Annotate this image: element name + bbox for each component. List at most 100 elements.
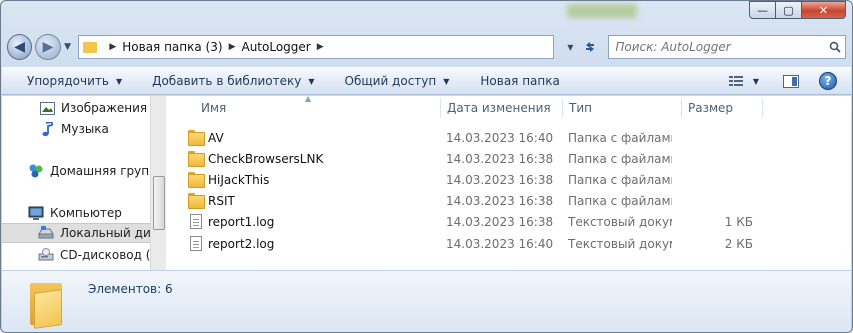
text-document-icon [190,236,202,251]
folder-icon [188,193,205,209]
file-size: 1 КБ [724,214,753,229]
file-row-checkbrowserslnk[interactable]: CheckBrowsersLNK 14.03.2023 16:38 Папка … [167,148,747,169]
chevron-down-icon: ▼ [308,76,315,86]
column-divider[interactable] [762,98,763,118]
file-name: report1.log [208,214,275,229]
folder-icon [188,130,205,146]
new-folder-button[interactable]: Новая папка [462,74,572,88]
sidebar-item-label: Музыка [61,122,109,136]
file-date: 14.03.2023 16:38 [446,193,554,208]
file-date: 14.03.2023 16:40 [446,130,554,145]
homegroup-icon [28,163,44,179]
minimize-button[interactable]: — [749,1,776,19]
music-icon [39,121,55,137]
sidebar-item-computer[interactable]: Компьютер [2,203,150,223]
folder-icon [188,172,205,188]
close-button[interactable]: ✕ [802,1,846,19]
file-size: 2 КБ [724,236,753,251]
add-to-library-button[interactable]: Добавить в библиотеку ▼ [135,74,327,88]
file-name: CheckBrowsersLNK [208,151,324,166]
share-menu-button[interactable]: Общий доступ ▼ [328,74,463,88]
breadcrumb-separator[interactable]: ▶ [109,42,116,52]
breadcrumb-separator[interactable]: ▶ [229,42,236,52]
file-type: Папка с файлами [568,130,672,145]
sidebar-item-local-disk[interactable]: Локальный диск [2,223,165,243]
chevron-down-icon: ▼ [115,76,123,86]
share-label: Общий доступ [344,74,437,88]
file-row-rsit[interactable]: RSIT 14.03.2023 16:38 Папка с файлами [167,190,747,211]
help-icon[interactable]: ? [819,72,837,90]
sidebar-item-label: CD-дисковод (D: [60,248,164,262]
hard-drive-icon [38,225,54,241]
search-input[interactable] [615,40,816,54]
file-list: ▲ Имя Дата изменения Тип Размер AV 14.03… [167,94,851,270]
address-history-dropdown-icon[interactable]: ▾ [560,36,580,58]
column-header-date[interactable]: Дата изменения [441,96,562,120]
computer-icon [28,205,44,221]
file-type: Папка с файлами [568,193,672,208]
details-pane: Элементов: 6 [2,270,851,332]
sidebar-item-pictures[interactable]: Изображения [2,98,150,118]
file-type: Текстовый докум... [568,214,672,229]
column-header-name[interactable]: Имя [195,96,440,120]
file-row-av[interactable]: AV 14.03.2023 16:40 Папка с файлами [167,127,747,148]
file-row-hijackthis[interactable]: HiJackThis 14.03.2023 16:38 Папка с файл… [167,169,747,190]
breadcrumb-autologger[interactable]: AutoLogger [241,40,310,54]
pictures-icon [39,100,55,116]
sidebar-item-label: Домашняя группа [50,164,165,178]
content-area: Изображения Музыка Домашняя группа Компь… [2,94,851,270]
preview-pane-icon[interactable] [783,74,799,88]
navigation-pane-scrollbar[interactable] [150,96,166,270]
file-row-report1[interactable]: report1.log 14.03.2023 16:38 Текстовый д… [167,211,753,232]
search-icon[interactable] [825,41,845,53]
file-date: 14.03.2023 16:40 [446,236,554,251]
refresh-icon[interactable] [580,36,600,58]
file-date: 14.03.2023 16:38 [446,151,554,166]
column-header-size[interactable]: Размер [682,96,762,120]
address-bar[interactable]: ▶ Новая папка (3) ▶ AutoLogger ▶ [78,35,555,59]
file-type: Папка с файлами [568,172,672,187]
file-name: RSIT [208,193,235,208]
address-tools: ▾ [560,35,600,59]
recent-pages-dropdown[interactable]: ▼ [61,42,75,52]
navigation-bar: ◀ ▶ ▼ ▶ Новая папка (3) ▶ AutoLogger ▶ ▾ [7,29,847,65]
text-document-icon [190,214,202,229]
file-name: AV [208,130,224,145]
back-button[interactable]: ◀ [7,34,33,60]
sidebar-item-music[interactable]: Музыка [2,119,150,139]
sidebar-item-cd-drive[interactable]: CD-дисковод (D: [2,245,164,265]
organize-menu-button[interactable]: Упорядочить ▼ [2,74,135,88]
breadcrumb-new-folder-3[interactable]: Новая папка (3) [122,40,222,54]
explorer-window: — ▢ ✕ ◀ ▶ ▼ ▶ Новая папка (3) ▶ AutoLogg… [0,0,853,333]
forward-button[interactable]: ▶ [35,34,61,60]
column-header-type[interactable]: Тип [563,96,681,120]
new-folder-label: Новая папка [480,74,560,88]
folder-icon [83,41,98,53]
toolbar-right-group: ▼ ? [728,72,837,90]
item-count: Элементов: 6 [88,282,173,296]
command-bar: Упорядочить ▼ Добавить в библиотеку ▼ Об… [2,67,851,95]
file-row-report2[interactable]: report2.log 14.03.2023 16:40 Текстовый д… [167,233,753,254]
navigation-pane: Изображения Музыка Домашняя группа Компь… [2,96,166,270]
breadcrumb-separator[interactable]: ▶ [317,42,324,52]
scrollbar-thumb[interactable] [153,176,165,230]
background-taskbar-tab [567,4,637,18]
sidebar-item-label: Изображения [61,101,148,115]
chevron-down-icon: ▼ [443,76,450,86]
file-type: Папка с файлами [568,151,672,166]
sidebar-item-label: Локальный диск [60,226,165,240]
search-box[interactable] [608,35,847,59]
file-name: report2.log [208,236,275,251]
change-view-icon[interactable] [728,75,743,87]
sidebar-item-label: Компьютер [50,206,122,220]
folder-icon [188,151,205,167]
organize-label: Упорядочить [27,74,109,88]
file-date: 14.03.2023 16:38 [446,214,554,229]
sidebar-item-homegroup[interactable]: Домашняя группа [2,161,164,181]
window-controls: — ▢ ✕ [749,1,846,19]
add-to-library-label: Добавить в библиотеку [152,74,302,88]
file-type: Текстовый докум... [568,236,672,251]
view-options-dropdown-icon[interactable]: ▼ [753,77,759,86]
maximize-button[interactable]: ▢ [776,1,802,19]
file-date: 14.03.2023 16:38 [446,172,554,187]
